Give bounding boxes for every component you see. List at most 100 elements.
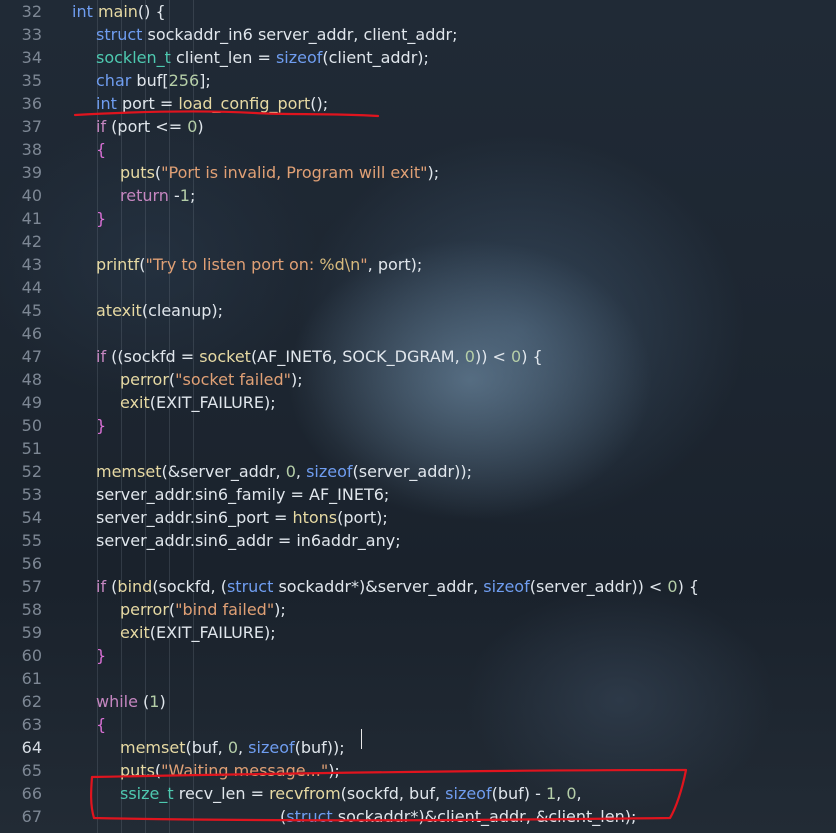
code-line[interactable]: perror("socket failed");: [0, 368, 303, 391]
code-token: 0: [511, 347, 522, 366]
code-line[interactable]: int main() {: [0, 0, 166, 23]
code-line[interactable]: [0, 667, 96, 690]
code-line[interactable]: return -1;: [0, 184, 195, 207]
code-line[interactable]: server_addr.sin6_port = htons(port);: [0, 506, 388, 529]
code-line[interactable]: struct sockaddr_in6 server_addr, client_…: [0, 23, 458, 46]
code-token: ;: [189, 186, 196, 205]
code-token: (client_addr);: [322, 48, 429, 67]
code-line[interactable]: exit(EXIT_FAILURE);: [0, 391, 276, 414]
code-token: ((sockfd =: [106, 347, 200, 366]
code-token: sizeof: [248, 738, 295, 757]
code-line[interactable]: perror("bind failed");: [0, 598, 286, 621]
code-line[interactable]: [0, 322, 96, 345]
code-token: perror: [120, 370, 169, 389]
code-line[interactable]: puts("Port is invalid, Program will exit…: [0, 161, 439, 184]
code-token: recv_len =: [173, 784, 270, 803]
code-token: if: [96, 117, 107, 136]
code-token: }: [96, 416, 107, 435]
code-token: (EXIT_FAILURE);: [149, 623, 276, 642]
code-lines[interactable]: int main() {struct sockaddr_in6 server_a…: [0, 0, 836, 833]
code-token: load_config_port: [178, 94, 311, 113]
code-token: atexit: [96, 301, 142, 320]
code-token: -: [168, 186, 180, 205]
code-token: 256: [168, 71, 200, 90]
code-line[interactable]: if (bind(sockfd, (struct sockaddr*)&serv…: [0, 575, 699, 598]
code-line[interactable]: if (port <= 0): [0, 115, 204, 138]
code-token: (cleanup);: [141, 301, 224, 320]
code-token: struct: [226, 577, 274, 596]
code-line[interactable]: [0, 230, 96, 253]
code-token: sizeof: [483, 577, 530, 596]
code-token: 0: [566, 784, 577, 803]
code-token: (sockfd, buf,: [340, 784, 446, 803]
code-token: 0: [667, 577, 678, 596]
code-token: "Try to listen port on:: [145, 255, 320, 274]
code-token: main: [92, 2, 138, 21]
code-token: int: [96, 94, 117, 113]
code-token: sockaddr*)&server_addr,: [273, 577, 484, 596]
code-token: ,: [238, 738, 249, 757]
code-token: );: [328, 761, 340, 780]
code-line[interactable]: (struct sockaddr*)&client_addr, &client_…: [0, 805, 636, 828]
code-line[interactable]: socklen_t client_len = sizeof(client_add…: [0, 46, 429, 69]
code-token: "Waiting message...": [161, 761, 329, 780]
code-token: server_addr.sin6_port =: [96, 508, 293, 527]
code-token: }: [96, 209, 107, 228]
code-line[interactable]: server_addr.sin6_addr = in6addr_any;: [0, 529, 401, 552]
code-token: 0: [285, 462, 296, 481]
code-line[interactable]: }: [0, 414, 106, 437]
code-token: "bind failed": [175, 600, 275, 619]
code-token: if: [96, 577, 107, 596]
code-token: socket: [199, 347, 251, 366]
code-line[interactable]: while (1): [0, 690, 166, 713]
code-line[interactable]: int port = load_config_port();: [0, 92, 328, 115]
code-token: ": [360, 255, 368, 274]
text-cursor: [361, 729, 362, 749]
code-token: bind: [117, 577, 153, 596]
code-token: ssize_t: [120, 784, 174, 803]
code-token: htons: [292, 508, 338, 527]
code-line[interactable]: atexit(cleanup);: [0, 299, 223, 322]
code-token: sizeof: [445, 784, 492, 803]
code-token: , port);: [367, 255, 423, 274]
code-line[interactable]: memset(buf, 0, sizeof(buf));: [0, 736, 345, 759]
code-token: exit: [120, 393, 150, 412]
code-line[interactable]: [0, 437, 96, 460]
code-token: () {: [137, 2, 166, 21]
code-line[interactable]: ssize_t recv_len = recvfrom(sockfd, buf,…: [0, 782, 582, 805]
code-line[interactable]: }: [0, 644, 106, 667]
code-line[interactable]: [0, 276, 96, 299]
code-line[interactable]: printf("Try to listen port on: %d\n", po…: [0, 253, 422, 276]
code-line[interactable]: exit(EXIT_FAILURE);: [0, 621, 276, 644]
code-token: 1: [179, 186, 190, 205]
code-token: 0: [227, 738, 238, 757]
code-token: struct: [96, 25, 143, 44]
code-line[interactable]: }: [0, 207, 106, 230]
code-token: (EXIT_FAILURE);: [149, 393, 276, 412]
code-line[interactable]: {: [0, 713, 106, 736]
code-line[interactable]: server_addr.sin6_family = AF_INET6;: [0, 483, 389, 506]
code-line[interactable]: memset(&server_addr, 0, sizeof(server_ad…: [0, 460, 472, 483]
code-token: socklen_t: [96, 48, 171, 67]
code-line[interactable]: if ((sockfd = socket(AF_INET6, SOCK_DGRA…: [0, 345, 543, 368]
code-token: (buf));: [294, 738, 345, 757]
code-line[interactable]: puts("Waiting message...");: [0, 759, 340, 782]
code-token: "Port is invalid, Program will exit": [161, 163, 428, 182]
code-line[interactable]: char buf[256];: [0, 69, 211, 92]
code-token: ) {: [677, 577, 700, 596]
code-token: ];: [199, 71, 211, 90]
code-token: sizeof: [275, 48, 323, 67]
code-token: exit: [120, 623, 150, 642]
code-token: )) <: [474, 347, 512, 366]
code-line[interactable]: if (recv_len < 0) {: [0, 828, 263, 833]
code-editor[interactable]: 32 33 34 35 36 37 38 39 40 41 42 43 44 45 46 47 48 49 50 51…: [0, 0, 836, 833]
code-token: (port <=: [106, 117, 188, 136]
code-token: server_addr.sin6_family = AF_INET6;: [96, 485, 390, 504]
code-token: memset: [120, 738, 186, 757]
code-line[interactable]: {: [0, 138, 106, 161]
code-token: buf[: [131, 71, 169, 90]
code-token: ,: [295, 462, 307, 481]
code-line[interactable]: [0, 552, 96, 575]
code-token: port =: [116, 94, 179, 113]
code-token: server_addr.sin6_addr = in6addr_any;: [96, 531, 401, 550]
